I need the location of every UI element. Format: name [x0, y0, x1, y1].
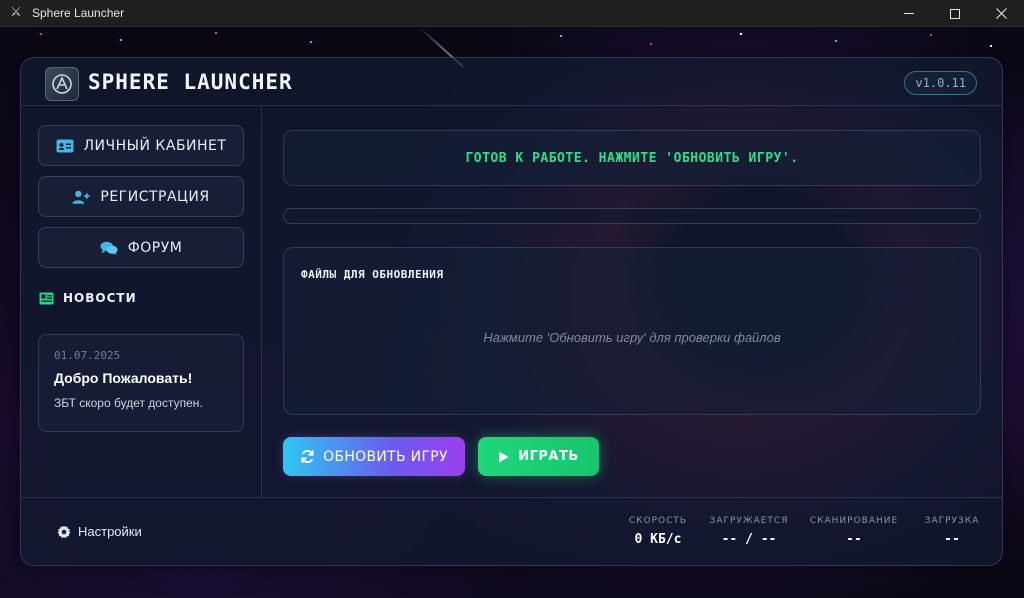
- sidebar-item-forum[interactable]: ФОРУМ: [38, 227, 244, 268]
- minimize-icon: [904, 13, 914, 14]
- close-button[interactable]: [978, 0, 1024, 27]
- minimize-button[interactable]: [886, 0, 932, 27]
- stat-scanning: СКАНИРОВАНИЕ --: [805, 516, 903, 547]
- news-date: 01.07.2025: [54, 349, 121, 362]
- sidebar-item-account[interactable]: ЛИЧНЫЙ КАБИНЕТ: [38, 125, 244, 166]
- newspaper-icon: [39, 292, 54, 304]
- stat-download: ЗАГРУЗКА --: [915, 516, 989, 547]
- stat-value: --: [846, 532, 862, 547]
- sidebar-divider: [261, 106, 262, 497]
- stat-downloading: ЗАГРУЖАЕТСЯ -- / --: [703, 516, 795, 547]
- maximize-icon: [950, 8, 960, 19]
- settings-button[interactable]: Настройки: [57, 524, 142, 539]
- progress-bar: [283, 208, 981, 224]
- stat-label: ЗАГРУЖАЕТСЯ: [709, 516, 789, 526]
- news-card: 01.07.2025 Добро Пожаловать! ЗБТ скоро б…: [38, 334, 244, 432]
- sidebar-item-label: ЛИЧНЫЙ КАБИНЕТ: [83, 137, 227, 154]
- brand-title: SPHERE LAUNCHER: [88, 70, 293, 94]
- sync-icon: [301, 449, 314, 464]
- play-label: ИГРАТЬ: [518, 449, 579, 464]
- files-title: ФАЙЛЫ ДЛЯ ОБНОВЛЕНИЯ: [301, 268, 444, 281]
- news-body: ЗБТ скоро будет доступен.: [54, 396, 203, 410]
- launcher-header: SPHERE LAUNCHER v1.0.11: [21, 58, 1002, 106]
- settings-label: Настройки: [78, 524, 142, 539]
- sphere-logo-icon: [45, 67, 79, 101]
- play-button[interactable]: ИГРАТЬ: [478, 437, 599, 476]
- window-title: Sphere Launcher: [32, 6, 125, 20]
- crossed-swords-icon: ⚔: [10, 5, 22, 20]
- star: [560, 35, 562, 37]
- sidebar-item-label: ФОРУМ: [127, 239, 183, 256]
- gear-icon: [57, 524, 71, 538]
- close-icon: [995, 8, 1007, 19]
- star: [215, 32, 217, 34]
- user-plus-icon: [72, 190, 90, 204]
- footer-divider: [21, 497, 1002, 498]
- news-headline: Добро Пожаловать!: [54, 370, 193, 386]
- window-titlebar: ⚔ Sphere Launcher: [0, 0, 1024, 27]
- star: [40, 33, 42, 35]
- star: [835, 40, 837, 42]
- launcher-panel: SPHERE LAUNCHER v1.0.11 ЛИЧНЫЙ КАБИНЕТ Р…: [20, 57, 1003, 566]
- stat-speed: СКОРОСТЬ 0 КБ/с: [621, 516, 695, 547]
- star: [310, 41, 312, 43]
- star: [990, 45, 992, 47]
- star: [930, 34, 932, 36]
- stat-label: СКАНИРОВАНИЕ: [809, 516, 899, 526]
- sidebar-item-registration[interactable]: РЕГИСТРАЦИЯ: [38, 176, 244, 217]
- stat-value: --: [944, 532, 960, 547]
- sidebar-item-label: РЕГИСТРАЦИЯ: [100, 188, 210, 205]
- stat-value: -- / --: [721, 532, 777, 547]
- news-section-label: НОВОСТИ: [63, 291, 137, 305]
- news-section-title: НОВОСТИ: [39, 291, 137, 305]
- star: [650, 43, 652, 45]
- version-badge: v1.0.11: [904, 71, 977, 95]
- stat-label: ЗАГРУЗКА: [924, 516, 980, 526]
- maximize-button[interactable]: [932, 0, 978, 27]
- status-text: ГОТОВ К РАБОТЕ. НАЖМИТЕ 'ОБНОВИТЬ ИГРУ'.: [465, 150, 799, 166]
- star: [120, 39, 122, 41]
- update-game-label: ОБНОВИТЬ ИГРУ: [323, 448, 448, 465]
- stat-label: СКОРОСТЬ: [628, 516, 688, 526]
- update-game-button[interactable]: ОБНОВИТЬ ИГРУ: [283, 437, 465, 476]
- window-controls: [886, 0, 1024, 27]
- id-card-icon: [56, 139, 74, 152]
- play-icon: [499, 451, 509, 462]
- status-panel: ГОТОВ К РАБОТЕ. НАЖМИТЕ 'ОБНОВИТЬ ИГРУ'.: [283, 130, 981, 186]
- comments-icon: [100, 241, 118, 255]
- stat-value: 0 КБ/с: [634, 532, 682, 547]
- star: [740, 33, 742, 35]
- files-empty-message: Нажмите 'Обновить игру' для проверки фай…: [483, 330, 781, 345]
- files-panel: ФАЙЛЫ ДЛЯ ОБНОВЛЕНИЯ Нажмите 'Обновить и…: [283, 247, 981, 415]
